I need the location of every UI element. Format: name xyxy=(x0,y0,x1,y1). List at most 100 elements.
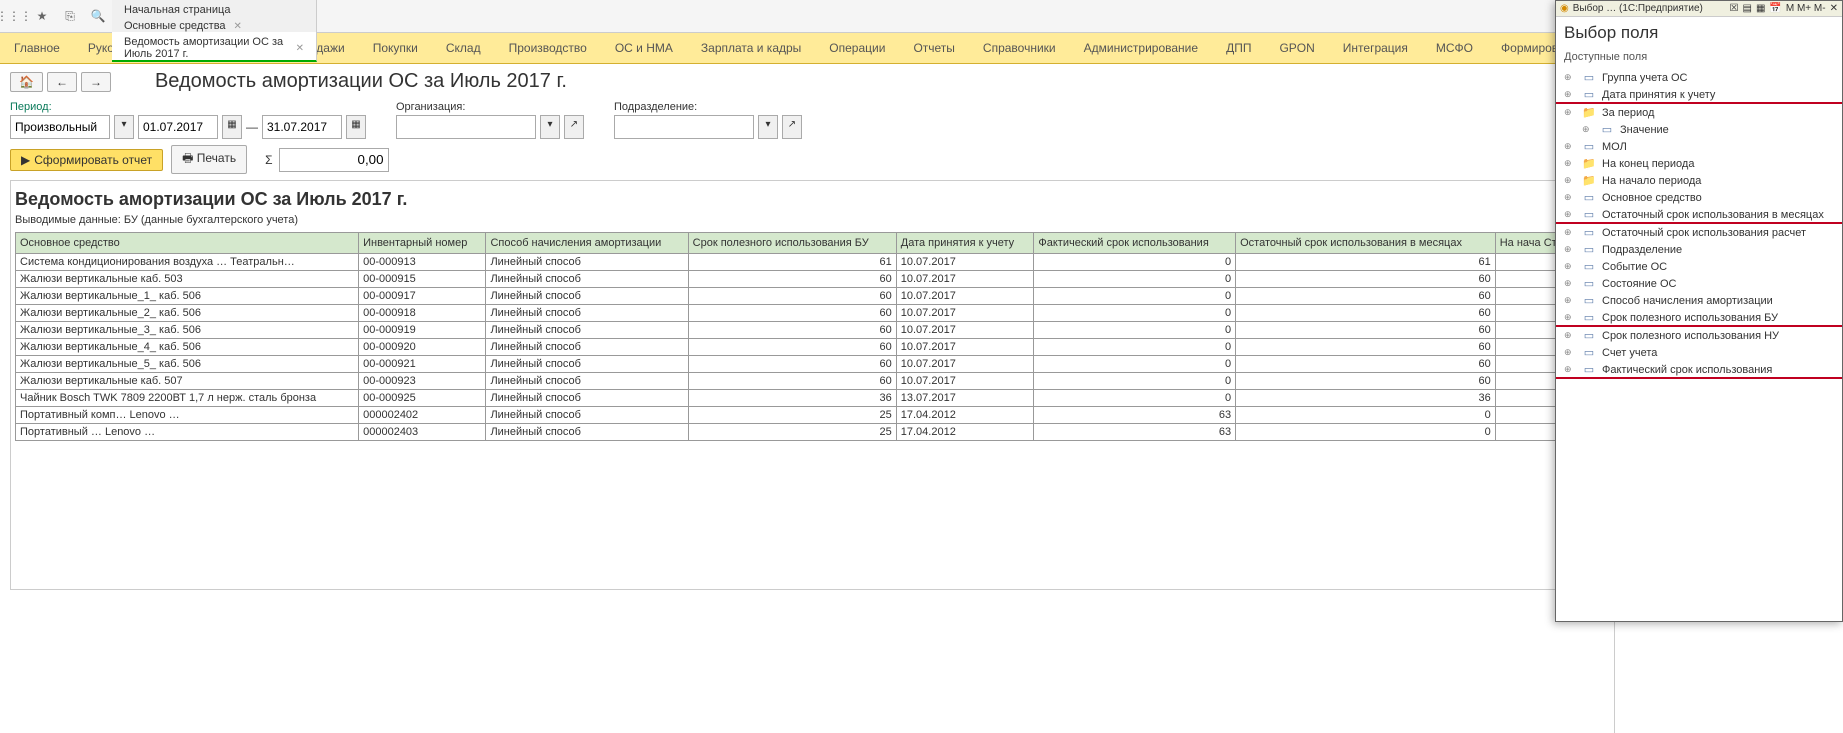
dept-dd-icon[interactable]: ▾ xyxy=(758,115,778,139)
tree-item[interactable]: ⊕▭Фактический срок использования xyxy=(1556,361,1842,379)
menu-item[interactable]: Отчеты xyxy=(899,37,968,59)
table-row[interactable]: Жалюзи вертикальные каб. 50300-000915Лин… xyxy=(16,271,1599,288)
tree-item[interactable]: ⊕▭Остаточный срок использования расчет xyxy=(1556,224,1842,241)
field-icon: ▭ xyxy=(1582,191,1596,204)
menu-item[interactable]: Администрирование xyxy=(1070,37,1212,59)
menu-item[interactable]: Зарплата и кадры xyxy=(687,37,815,59)
run-report-button[interactable]: ▶Сформировать отчет xyxy=(10,149,163,171)
menu-item[interactable]: Главное xyxy=(0,37,74,59)
tab-close-icon[interactable]: ✕ xyxy=(234,21,242,32)
home-button[interactable]: 🏠 xyxy=(10,72,43,92)
tree-item[interactable]: ⊕▭Значение xyxy=(1556,121,1842,138)
table-row[interactable]: Жалюзи вертикальные_1_ каб. 50600-000917… xyxy=(16,288,1599,305)
menu-item[interactable]: Склад xyxy=(432,37,495,59)
tree-item[interactable]: ⊕📁За период xyxy=(1556,104,1842,121)
forward-button[interactable]: → xyxy=(81,72,111,92)
expand-icon[interactable]: ⊕ xyxy=(1564,141,1576,152)
dept-input[interactable] xyxy=(614,115,754,139)
expand-icon[interactable]: ⊕ xyxy=(1564,312,1576,323)
table-row[interactable]: Жалюзи вертикальные_2_ каб. 50600-000918… xyxy=(16,305,1599,322)
table-row[interactable]: Портативный комп… Lenovo …000002402Линей… xyxy=(16,407,1599,424)
expand-icon[interactable]: ⊕ xyxy=(1564,347,1576,358)
tb-btn3[interactable]: ▦ xyxy=(1756,3,1765,14)
tree-item[interactable]: ⊕▭Счет учета xyxy=(1556,344,1842,361)
expand-icon[interactable]: ⊕ xyxy=(1564,175,1576,186)
menu-item[interactable]: ДПП xyxy=(1212,37,1265,59)
org-dd-icon[interactable]: ▾ xyxy=(540,115,560,139)
tree-item[interactable]: ⊕▭Группа учета ОС xyxy=(1556,69,1842,86)
search-icon[interactable]: 🔍 xyxy=(84,0,112,32)
expand-icon[interactable]: ⊕ xyxy=(1564,158,1576,169)
menu-item[interactable]: Интеграция xyxy=(1329,37,1422,59)
menu-item[interactable]: Справочники xyxy=(969,37,1070,59)
menu-item[interactable]: Производство xyxy=(495,37,601,59)
tree-item[interactable]: ⊕▭Состояние ОС xyxy=(1556,275,1842,292)
tree-item[interactable]: ⊕▭Событие ОС xyxy=(1556,258,1842,275)
tb-btn2[interactable]: ▤ xyxy=(1743,3,1752,14)
tree-item[interactable]: ⊕▭Основное средство xyxy=(1556,189,1842,206)
tree-item[interactable]: ⊕▭Остаточный срок использования в месяца… xyxy=(1556,206,1842,224)
expand-icon[interactable]: ⊕ xyxy=(1564,295,1576,306)
expand-icon[interactable]: ⊕ xyxy=(1582,124,1594,135)
tree-item[interactable]: ⊕📁На начало периода xyxy=(1556,172,1842,189)
expand-icon[interactable]: ⊕ xyxy=(1564,89,1576,100)
tree-item[interactable]: ⊕▭МОЛ xyxy=(1556,138,1842,155)
menu-item[interactable]: GPON xyxy=(1265,37,1328,59)
menu-item[interactable]: Покупки xyxy=(359,37,432,59)
sum-field[interactable] xyxy=(279,148,389,172)
app-tab[interactable]: Начальная страница xyxy=(112,0,317,16)
table-row[interactable]: Жалюзи вертикальные_3_ каб. 50600-000919… xyxy=(16,322,1599,339)
table-row[interactable]: Чайник Bosch TWK 7809 2200ВТ 1,7 л нерж.… xyxy=(16,390,1599,407)
tree-item[interactable]: ⊕▭Способ начисления амортизации xyxy=(1556,292,1842,309)
menu-item[interactable]: МСФО xyxy=(1422,37,1487,59)
tree-item[interactable]: ⊕▭Дата принятия к учету xyxy=(1556,86,1842,104)
tree-label: Значение xyxy=(1620,124,1669,136)
app-tab[interactable]: Основные средства✕ xyxy=(112,16,317,32)
expand-icon[interactable]: ⊕ xyxy=(1564,261,1576,272)
menu-item[interactable]: Операции xyxy=(815,37,899,59)
print-button[interactable]: 🖶 Печать xyxy=(171,145,247,174)
date-from-input[interactable] xyxy=(138,115,218,139)
expand-icon[interactable]: ⊕ xyxy=(1564,209,1576,220)
table-row[interactable]: Жалюзи вертикальные_5_ каб. 50600-000921… xyxy=(16,356,1599,373)
expand-icon[interactable]: ⊕ xyxy=(1564,364,1576,375)
tab-label: Начальная страница xyxy=(124,4,230,16)
expand-icon[interactable]: ⊕ xyxy=(1564,278,1576,289)
tree-item[interactable]: ⊕📁На конец периода xyxy=(1556,155,1842,172)
menu-item[interactable]: ОС и НМА xyxy=(601,37,687,59)
expand-icon[interactable]: ⊕ xyxy=(1564,107,1576,118)
expand-icon[interactable]: ⊕ xyxy=(1564,227,1576,238)
close-icon[interactable]: ✕ xyxy=(1830,3,1838,14)
org-open-icon[interactable]: ↗ xyxy=(564,115,584,139)
date-to-input[interactable] xyxy=(262,115,342,139)
period-mode-dd-icon[interactable]: ▾ xyxy=(114,115,134,139)
period-mode-select[interactable] xyxy=(10,115,110,139)
field-icon: ▭ xyxy=(1582,363,1596,376)
date-from-cal-icon[interactable]: ▦ xyxy=(222,115,242,139)
tb-btn4[interactable]: 📅 xyxy=(1769,3,1781,14)
expand-icon[interactable]: ⊕ xyxy=(1564,72,1576,83)
tb-btn1[interactable]: ☒ xyxy=(1730,3,1739,14)
tree-item[interactable]: ⊕▭Подразделение xyxy=(1556,241,1842,258)
link-icon[interactable]: ⎘ xyxy=(56,0,84,32)
table-row[interactable]: Жалюзи вертикальные_4_ каб. 50600-000920… xyxy=(16,339,1599,356)
table-row[interactable]: Система кондиционирования воздуха … Теат… xyxy=(16,254,1599,271)
tree-item[interactable]: ⊕▭Срок полезного использования БУ xyxy=(1556,309,1842,327)
app-tab[interactable]: Ведомость амортизации ОС за Июль 2017 г.… xyxy=(112,32,317,62)
tab-close-icon[interactable]: ✕ xyxy=(296,43,304,54)
star-icon[interactable]: ★ xyxy=(28,0,56,32)
calc-btn[interactable]: M- xyxy=(1811,3,1825,14)
apps-icon[interactable]: ⋮⋮⋮ xyxy=(0,0,28,32)
calc-btn[interactable]: M xyxy=(1786,3,1794,14)
dept-open-icon[interactable]: ↗ xyxy=(782,115,802,139)
expand-icon[interactable]: ⊕ xyxy=(1564,192,1576,203)
date-to-cal-icon[interactable]: ▦ xyxy=(346,115,366,139)
expand-icon[interactable]: ⊕ xyxy=(1564,330,1576,341)
back-button[interactable]: ← xyxy=(47,72,77,92)
table-row[interactable]: Портативный … Lenovo …000002403Линейный … xyxy=(16,424,1599,441)
expand-icon[interactable]: ⊕ xyxy=(1564,244,1576,255)
calc-btn[interactable]: M+ xyxy=(1794,3,1811,14)
tree-item[interactable]: ⊕▭Срок полезного использования НУ xyxy=(1556,327,1842,344)
org-input[interactable] xyxy=(396,115,536,139)
table-row[interactable]: Жалюзи вертикальные каб. 50700-000923Лин… xyxy=(16,373,1599,390)
